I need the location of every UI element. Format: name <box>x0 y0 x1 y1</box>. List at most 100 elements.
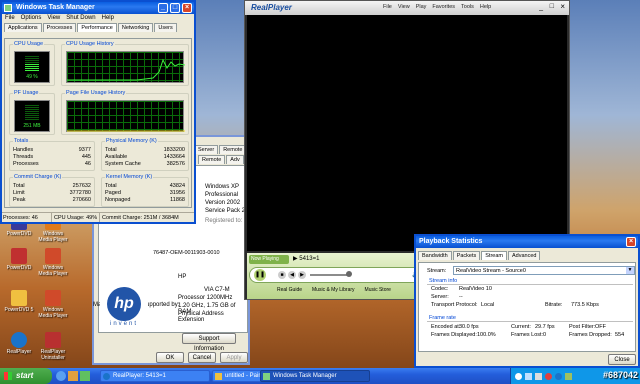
tray-arrow-icon[interactable] <box>515 372 522 380</box>
menu-tools[interactable]: Tools <box>461 4 474 10</box>
tray-speaker-icon[interactable] <box>535 372 542 380</box>
maximize-icon[interactable]: □ <box>550 3 554 10</box>
menu-view[interactable]: View <box>47 15 60 21</box>
tab-packets[interactable]: Packets <box>452 251 481 260</box>
close-button[interactable]: Close <box>608 354 636 365</box>
maximize-icon[interactable]: □ <box>170 3 180 13</box>
sysprops-tabs: Server Remote <box>194 145 250 154</box>
now-playing-button[interactable]: Now Playing <box>249 255 289 264</box>
menu-file[interactable]: File <box>5 15 15 21</box>
tray-network-icon[interactable] <box>525 372 532 380</box>
tab-users[interactable]: Users <box>154 23 177 32</box>
media-icon[interactable] <box>80 371 90 381</box>
track-title: ▶ 5413=1 <box>293 256 320 262</box>
post-filter-label: Post Filter: <box>569 324 596 330</box>
realplayer-icon <box>11 332 27 348</box>
uninstaller-icon <box>45 332 61 348</box>
frames-displayed-value: 100.0% <box>477 332 496 338</box>
server-label: Server: <box>431 294 449 300</box>
commit-charge-group: Commit Charge (K) Total 257632 Limit 37727… <box>9 174 95 207</box>
desktop-icon-powerdvd-2[interactable]: PowerDVD <box>2 248 36 271</box>
menu-play[interactable]: Play <box>416 4 427 10</box>
manufacturer: HP <box>178 274 187 280</box>
tab-advanced[interactable]: Adv <box>226 155 244 164</box>
close-icon[interactable]: × <box>182 3 192 13</box>
playback-tabs: Bandwidth Packets Stream Advanced <box>416 250 638 260</box>
close-icon[interactable]: × <box>626 237 636 247</box>
music-library-link[interactable]: Music & My Library <box>312 287 355 293</box>
tray-battery-icon[interactable] <box>565 372 572 380</box>
hp-invent: invent <box>109 321 138 327</box>
taskbar-item-paint[interactable]: untitled - Paint <box>212 370 266 382</box>
tab-remote[interactable]: Remote <box>198 155 226 164</box>
kernel-paged: Paged 31956 <box>105 190 185 196</box>
commit-peak: Peak 270660 <box>13 197 91 203</box>
taskbar-item-realplayer[interactable]: RealPlayer: 5413=1 <box>100 370 210 382</box>
ok-button[interactable]: OK <box>156 352 184 363</box>
start-button[interactable]: start <box>0 368 52 384</box>
desktop-icon-powerdvd-5[interactable]: PowerDVD 5 <box>2 290 36 313</box>
menu-options[interactable]: Options <box>21 15 42 21</box>
kernel-total: Total 43824 <box>105 183 185 189</box>
kernel-nonpaged: Nonpaged 11868 <box>105 197 185 203</box>
cpu-info: Processor 1200MHz <box>178 295 233 301</box>
totals-handles: Handles 9377 <box>13 147 91 153</box>
tab-performance[interactable]: Performance <box>77 23 117 32</box>
music-store-link[interactable]: Music Store <box>365 287 391 293</box>
menu-favorites[interactable]: Favorites <box>432 4 455 10</box>
frames-dropped-value: 554 <box>615 332 625 338</box>
cancel-button[interactable]: Cancel <box>188 352 216 363</box>
real-guide-link[interactable]: Real Guide <box>277 287 302 293</box>
tray-security-icon[interactable] <box>545 372 552 380</box>
support-information-button[interactable]: Support Information <box>182 333 236 352</box>
playback-statistics-title: Playback Statistics <box>419 238 483 245</box>
task-manager-tabs: Applications Processes Performance Netwo… <box>2 22 194 32</box>
encoded-label: Encoded at: <box>431 324 461 330</box>
tab-processes[interactable]: Processes <box>42 23 77 32</box>
menu-view[interactable]: View <box>398 4 410 10</box>
os-edition: Professional <box>205 192 239 198</box>
frames-lost-label: Frames Lost: <box>511 332 544 338</box>
tab-bandwidth[interactable]: Bandwidth <box>418 251 452 260</box>
bitrate-value: 773.5 Kbps <box>571 302 599 308</box>
tray-realplayer-icon[interactable] <box>555 372 562 380</box>
desktop-icon-realplayer-uninstaller[interactable]: RealPlayer Uninstaller <box>36 332 70 361</box>
tab-applications[interactable]: Applications <box>4 23 42 32</box>
server-value: -- <box>459 294 463 300</box>
stream-select[interactable]: RealVideo Stream - Source0 ▼ <box>453 266 635 275</box>
tab-networking[interactable]: Networking <box>117 23 154 32</box>
hp-logo-mark: hp <box>107 287 141 321</box>
pf-history-line <box>67 130 185 132</box>
task-manager-window: Windows Task Manager _ □ × File Options … <box>0 0 196 224</box>
tab-advanced[interactable]: Advanced <box>508 251 541 260</box>
play-pause-icon[interactable]: ❚❚ <box>254 269 266 281</box>
seek-handle[interactable] <box>346 271 352 277</box>
browser-icon[interactable] <box>56 371 66 381</box>
show-desktop-icon[interactable] <box>68 371 78 381</box>
taskbar-item-task-manager[interactable]: Windows Task Manager <box>260 370 370 382</box>
tab-remote[interactable]: Remote <box>219 145 247 154</box>
video-area[interactable] <box>247 15 567 251</box>
forward-icon[interactable]: ▶ <box>298 271 306 279</box>
tab-server[interactable]: Server <box>194 145 219 154</box>
commit-limit: Limit 3772780 <box>13 190 91 196</box>
desktop-icon-realplayer[interactable]: RealPlayer <box>2 332 36 355</box>
watermark: #687042 <box>602 370 638 380</box>
menu-shut-down[interactable]: Shut Down <box>66 15 95 21</box>
desktop-icon-wmp-2[interactable]: Windows Media Player <box>36 248 70 277</box>
task-manager-title: Windows Task Manager <box>16 4 95 11</box>
close-icon[interactable]: × <box>560 2 565 11</box>
apply-button[interactable]: Apply <box>220 352 248 363</box>
stop-icon[interactable]: ■ <box>278 271 286 279</box>
menu-file[interactable]: File <box>383 4 392 10</box>
desktop-icon-wmp-3[interactable]: Windows Media Player <box>36 290 70 319</box>
tab-stream[interactable]: Stream <box>481 251 507 260</box>
minimize-icon[interactable]: _ <box>158 3 168 13</box>
minimize-icon[interactable]: _ <box>539 4 543 11</box>
physmem-total: Total 1833200 <box>105 147 185 153</box>
pf-history-graph <box>66 100 185 132</box>
menu-help[interactable]: Help <box>480 4 491 10</box>
rewind-icon[interactable]: ◀ <box>288 271 296 279</box>
seek-slider[interactable] <box>310 274 350 276</box>
menu-help[interactable]: Help <box>102 15 114 21</box>
